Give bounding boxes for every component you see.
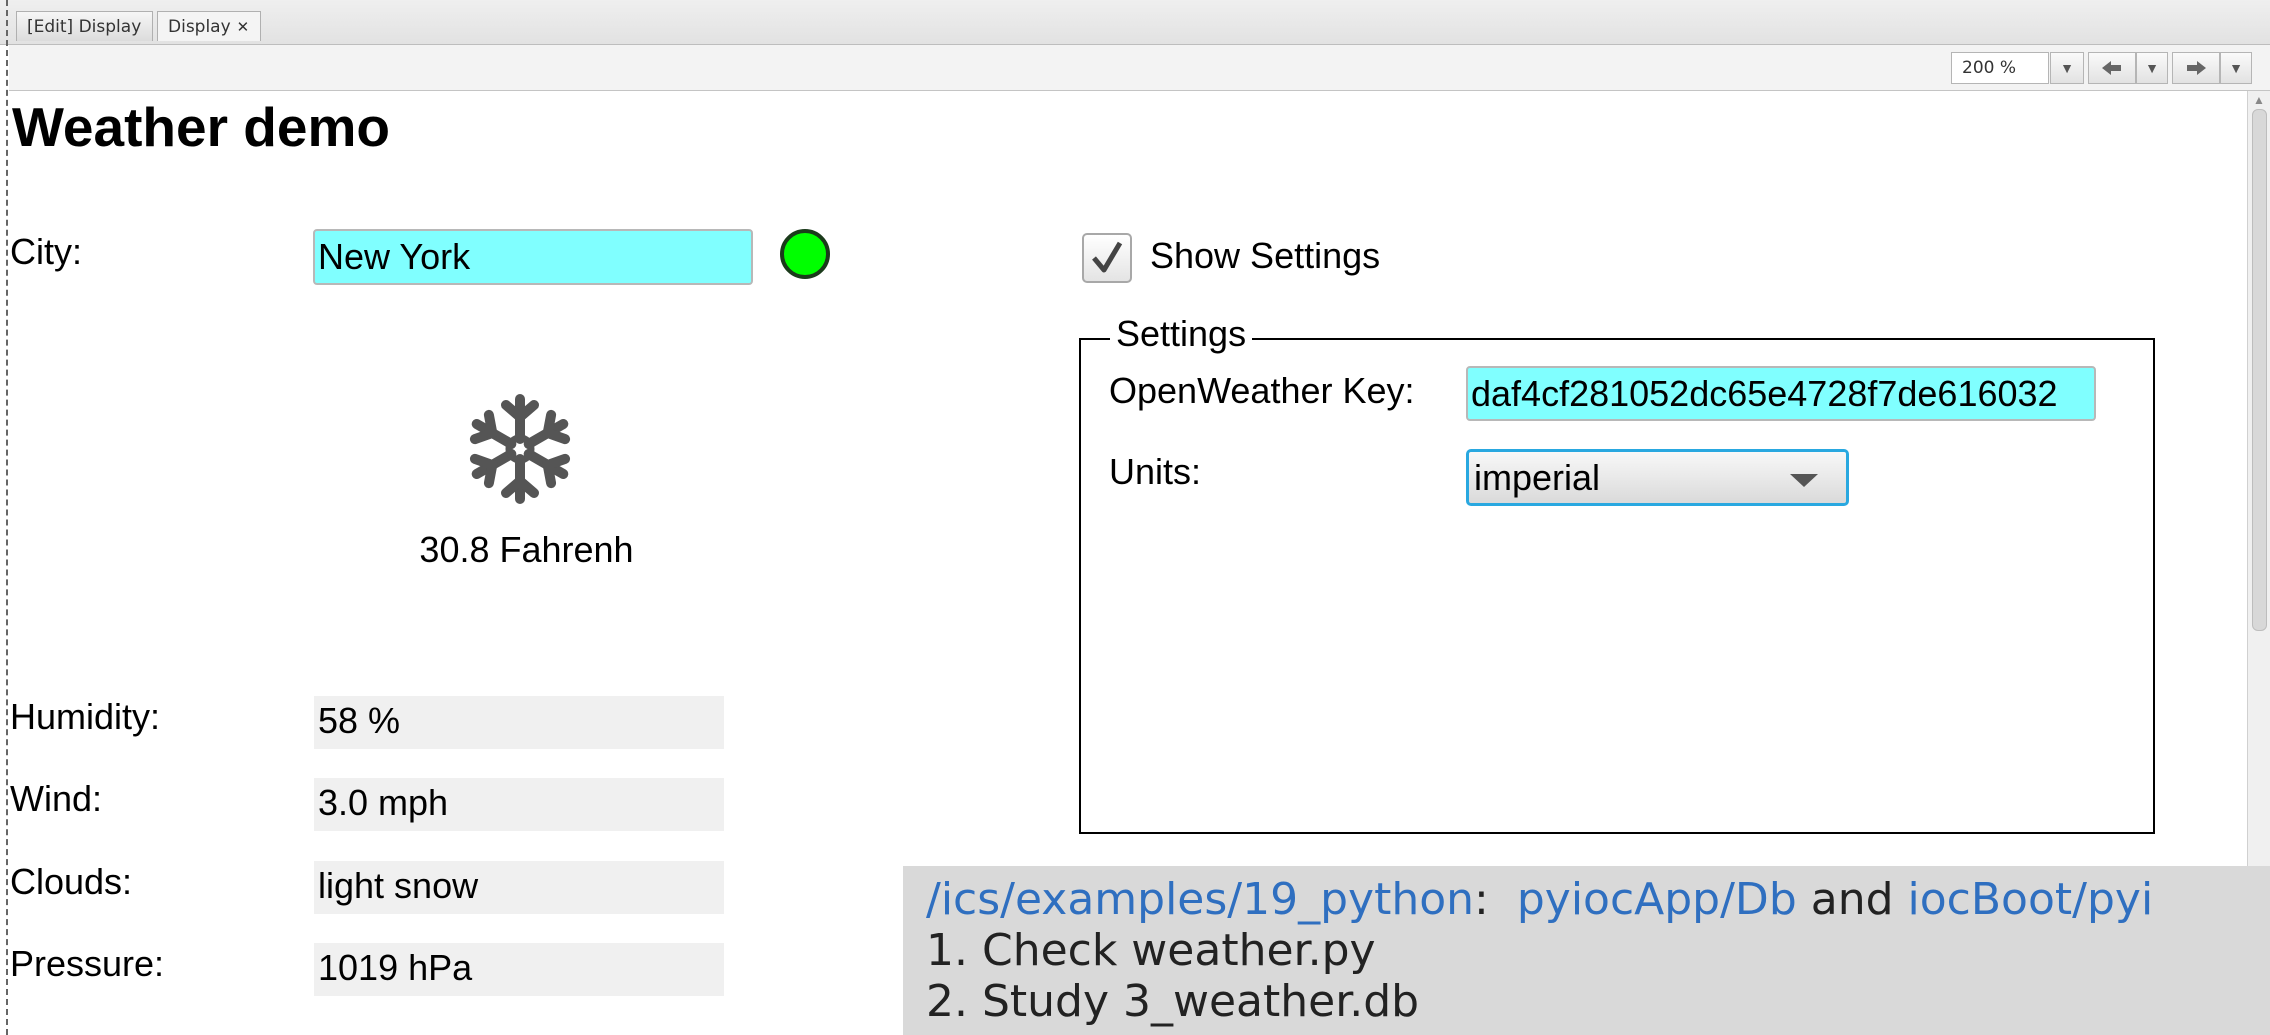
close-icon[interactable]: ✕ (237, 18, 250, 36)
city-label: City: (10, 231, 82, 272)
openweather-key-input[interactable]: daf4cf281052dc65e4728f7de616032 (1466, 366, 2096, 421)
chevron-down-icon[interactable]: ▼ (2220, 52, 2252, 84)
arrow-right-icon[interactable] (2172, 52, 2220, 84)
chevron-down-icon[interactable]: ▼ (2050, 52, 2084, 84)
city-input[interactable]: New York (313, 229, 753, 285)
clouds-value: light snow (314, 861, 724, 914)
tab-edit-display[interactable]: [Edit] Display (16, 11, 153, 41)
units-selected-value: imperial (1474, 457, 1601, 498)
tab-label: [Edit] Display (27, 17, 142, 37)
note-path-examples: /ics/examples/19_python (926, 874, 1475, 925)
note-and: and (1810, 874, 1894, 925)
note-step-1: 1. Check weather.py (926, 925, 1376, 976)
note-step-2: 2. Study 3_weather.db (926, 976, 1420, 1027)
note-colon: : (1474, 874, 1489, 925)
humidity-label: Humidity: (10, 696, 161, 737)
wind-label: Wind: (10, 778, 103, 819)
scroll-up-icon[interactable]: ▲ (2253, 93, 2265, 107)
chevron-down-icon (1790, 474, 1818, 487)
temperature-readout: 30.8 Fahrenh (419, 529, 634, 570)
clouds-label: Clouds: (10, 861, 133, 902)
window-edge (6, 0, 8, 1035)
scrollbar-thumb[interactable] (2252, 109, 2267, 631)
humidity-value: 58 % (314, 696, 724, 749)
instruction-note: /ics/examples/19_python: pyiocApp/Db and… (903, 866, 2270, 1035)
snowflake-icon (464, 394, 576, 505)
note-path-iocboot: iocBoot/pyi (1907, 874, 2154, 925)
show-settings-checkbox[interactable] (1082, 233, 1132, 283)
openweather-key-label: OpenWeather Key: (1109, 370, 1415, 411)
note-path-db: pyiocApp/Db (1516, 874, 1797, 925)
show-settings-label[interactable]: Show Settings (1150, 235, 1380, 277)
pressure-label: Pressure: (10, 943, 165, 984)
tab-label: Display (168, 17, 231, 37)
zoom-level-field[interactable]: 200 % (1951, 52, 2049, 84)
units-label: Units: (1109, 451, 1202, 492)
page-title: Weather demo (12, 96, 390, 158)
note-paths-line: /ics/examples/19_python: pyiocApp/Db and… (926, 874, 2153, 925)
status-led (780, 229, 830, 279)
display-toolbar: 200 % ▼ ▼ ▼ (9, 45, 2270, 91)
checkmark-icon (1092, 241, 1123, 273)
pressure-value: 1019 hPa (314, 943, 724, 996)
units-select[interactable]: imperial (1466, 449, 1849, 506)
tab-display[interactable]: Display ✕ (157, 11, 261, 41)
settings-legend: Settings (1110, 313, 1253, 355)
arrow-left-icon[interactable] (2088, 52, 2136, 84)
tab-strip: [Edit] Display Display ✕ (0, 0, 2270, 45)
wind-value: 3.0 mph (314, 778, 724, 831)
chevron-down-icon[interactable]: ▼ (2136, 52, 2168, 84)
